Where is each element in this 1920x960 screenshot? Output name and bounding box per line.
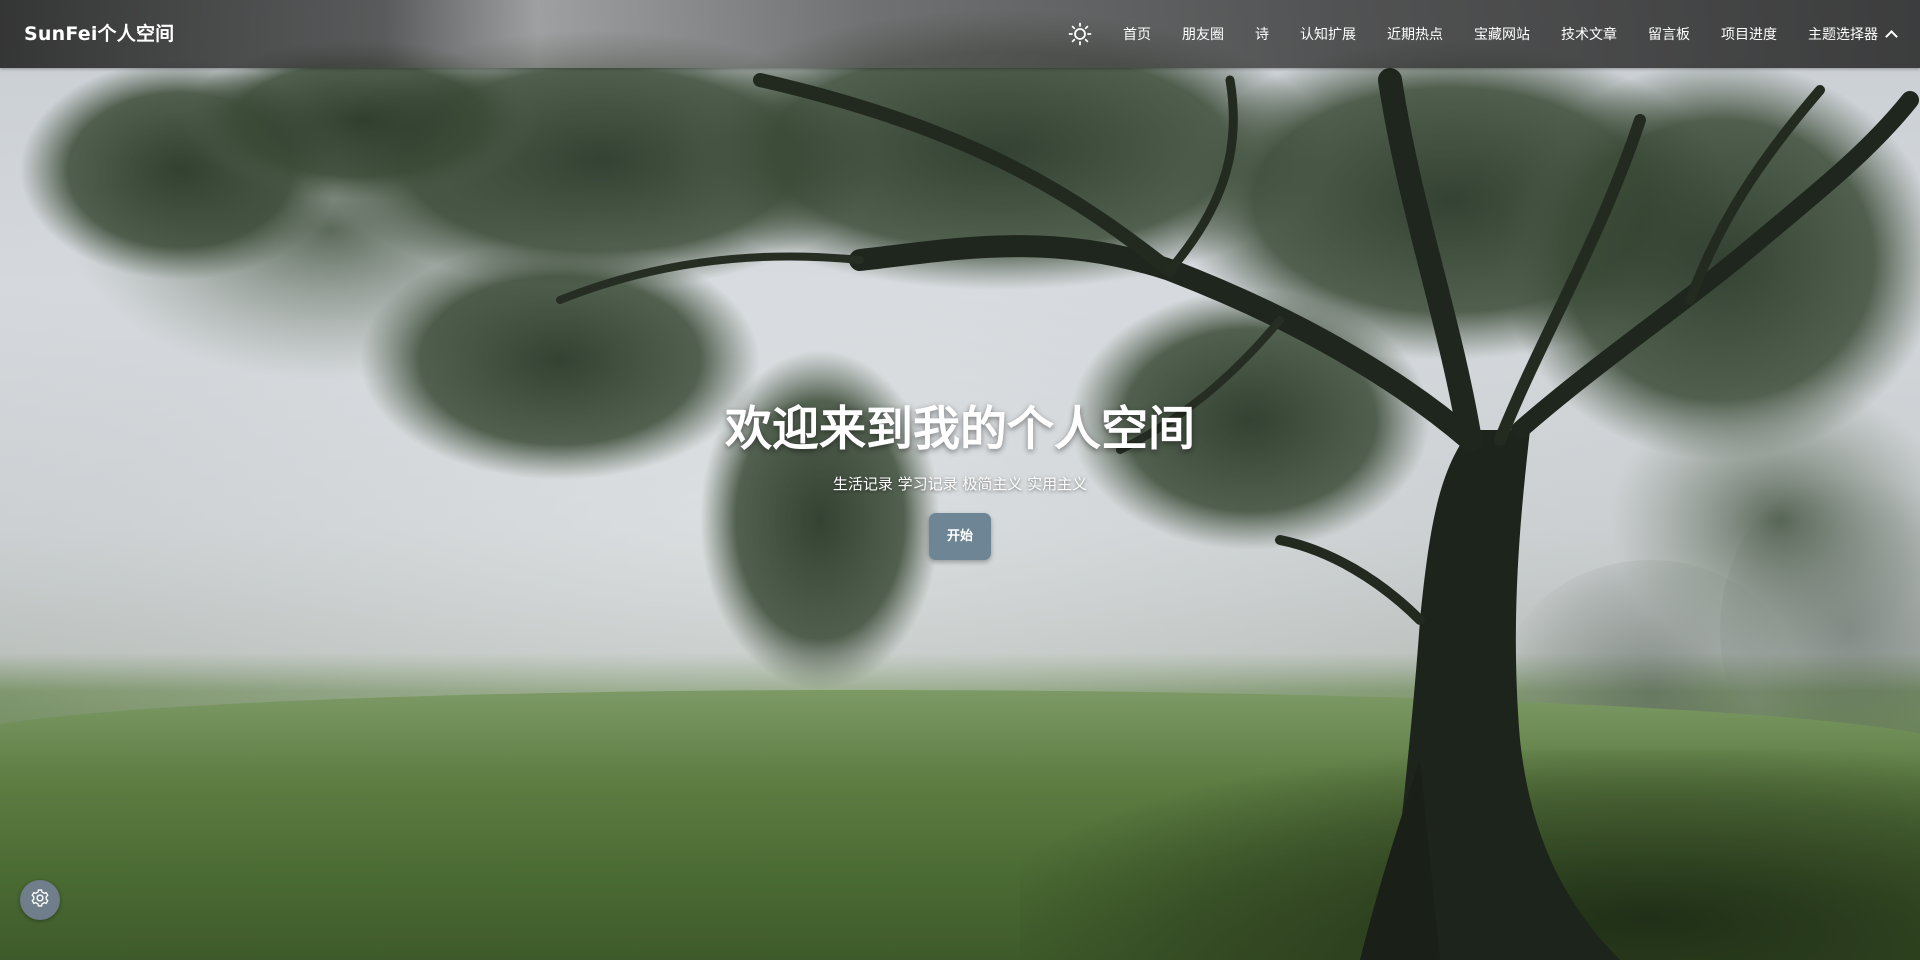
nav-item-poems[interactable]: 诗 [1255,24,1269,44]
nav-item-project-progress[interactable]: 项目进度 [1721,24,1777,44]
nav-item-guestbook[interactable]: 留言板 [1648,24,1690,44]
chevron-up-icon [1885,29,1898,43]
gear-icon [30,888,50,912]
sun-icon[interactable] [1067,21,1093,47]
theme-selector-dropdown[interactable]: 主题选择器 [1808,24,1898,44]
hero-section: 欢迎来到我的个人空间 生活记录 学习记录 极简主义 实用主义 开始 [0,400,1920,560]
hero-subtitle: 生活记录 学习记录 极简主义 实用主义 [832,475,1088,493]
page: SunFei个人空间 首页 朋友圈 诗 认知扩展 近期热点 宝藏网站 技术文章 … [0,0,1920,960]
nav-item-moments[interactable]: 朋友圈 [1182,24,1224,44]
nav-item-tech-articles[interactable]: 技术文章 [1561,24,1617,44]
top-navbar: SunFei个人空间 首页 朋友圈 诗 认知扩展 近期热点 宝藏网站 技术文章 … [0,0,1920,68]
start-button[interactable]: 开始 [929,513,991,560]
settings-button[interactable] [20,880,60,920]
nav-item-trending[interactable]: 近期热点 [1387,24,1443,44]
nav-item-home[interactable]: 首页 [1123,24,1151,44]
brand-logo-link[interactable]: SunFei个人空间 [24,0,174,68]
nav-item-cognition[interactable]: 认知扩展 [1300,24,1356,44]
theme-selector-label: 主题选择器 [1808,27,1878,43]
nav-item-treasure-sites[interactable]: 宝藏网站 [1474,24,1530,44]
nav-menu: 首页 朋友圈 诗 认知扩展 近期热点 宝藏网站 技术文章 留言板 项目进度 主题… [1067,0,1898,68]
hero-title: 欢迎来到我的个人空间 [725,402,1195,457]
